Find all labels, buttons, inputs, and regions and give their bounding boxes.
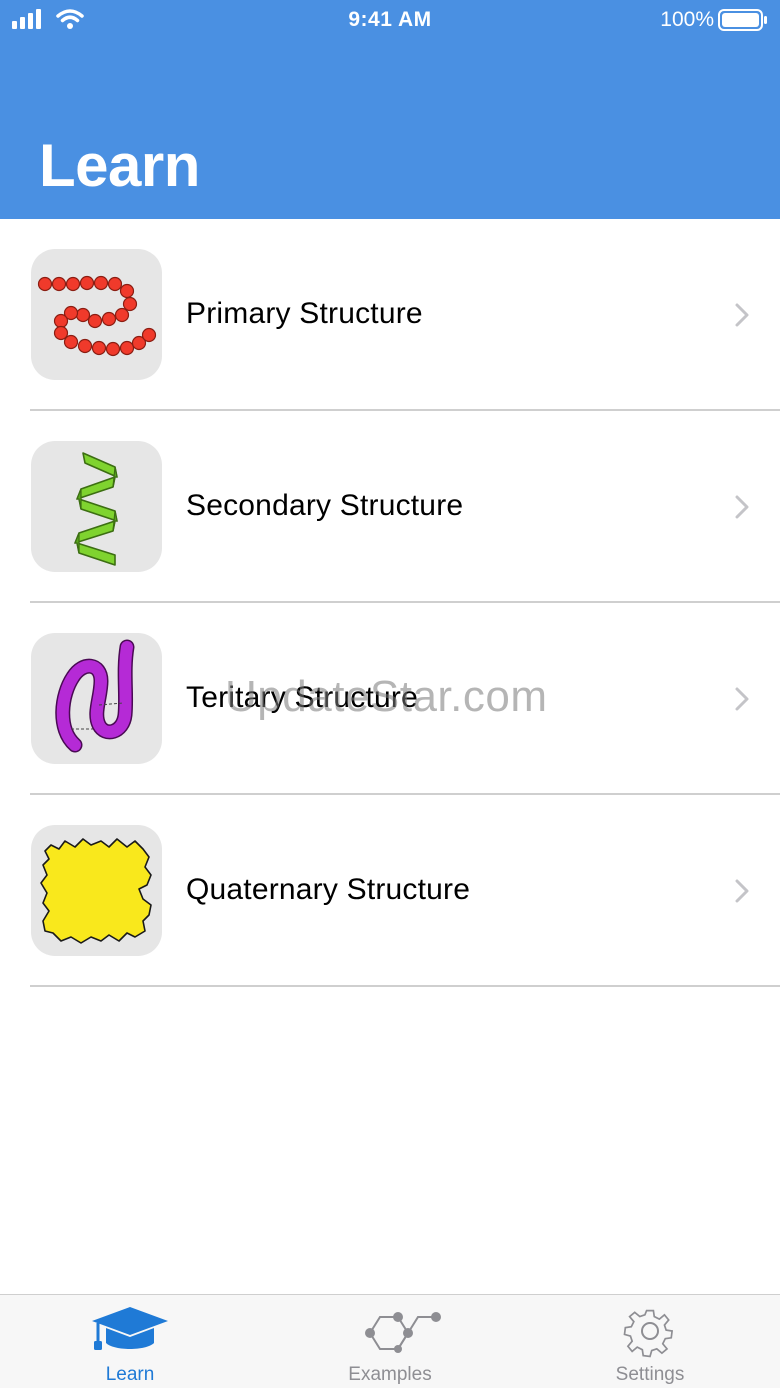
list-item-label: Teritary Structure <box>186 681 418 714</box>
list-item-secondary-structure[interactable]: Secondary Structure <box>0 411 780 603</box>
tab-learn[interactable]: Learn <box>0 1295 260 1388</box>
battery-percentage: 100% <box>660 8 714 31</box>
secondary-structure-icon <box>31 441 162 572</box>
status-bar: 9:41 AM 100% <box>0 0 780 40</box>
chevron-right-icon <box>735 879 749 903</box>
graduation-cap-icon <box>92 1307 168 1350</box>
tertiary-structure-icon <box>31 633 162 764</box>
structure-list: Primary Structure Secondary Structure Te… <box>0 219 780 987</box>
chevron-right-icon <box>735 687 749 711</box>
list-item-label: Quaternary Structure <box>186 873 471 906</box>
tab-examples[interactable]: Examples <box>260 1295 520 1388</box>
molecule-icon <box>365 1312 441 1353</box>
page-title: Learn <box>39 132 200 199</box>
list-item-quaternary-structure[interactable]: Quaternary Structure <box>0 795 780 987</box>
quaternary-structure-icon <box>31 825 162 956</box>
chevron-right-icon <box>735 303 749 327</box>
primary-structure-icon <box>31 249 162 380</box>
tab-bar: Learn Examples Settings <box>0 1294 780 1388</box>
list-item-primary-structure[interactable]: Primary Structure <box>0 219 780 411</box>
list-item-label: Secondary Structure <box>186 489 464 522</box>
tab-settings[interactable]: Settings <box>520 1295 780 1388</box>
divider <box>30 985 780 987</box>
tab-label: Examples <box>348 1364 432 1385</box>
navigation-header: 9:41 AM 100% Learn <box>0 0 780 219</box>
list-item-label: Primary Structure <box>186 297 423 330</box>
tab-label: Settings <box>615 1364 685 1385</box>
battery-icon <box>718 9 767 31</box>
chevron-right-icon <box>735 495 749 519</box>
list-item-tertiary-structure[interactable]: Teritary Structure <box>0 603 780 795</box>
tab-label: Learn <box>105 1364 155 1385</box>
gear-icon <box>623 1309 674 1358</box>
